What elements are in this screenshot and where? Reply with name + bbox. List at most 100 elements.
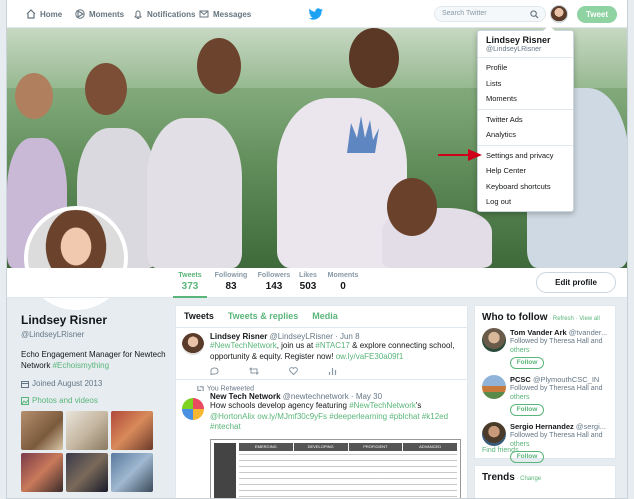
followed-by-text: Followed by Theresa Hall and — [510, 385, 603, 392]
nav-notifications[interactable]: Notifications — [133, 7, 195, 21]
tweet-author[interactable]: New Tech Network — [210, 392, 281, 401]
moments-icon — [75, 9, 85, 19]
suggestion-handle: @PlymouthCSC_IN — [532, 375, 600, 384]
timeline-tabs: Tweets Tweets & replies Media — [176, 306, 467, 328]
edit-profile-button[interactable]: Edit profile — [536, 272, 616, 293]
stat-moments[interactable]: Moments 0 — [327, 272, 359, 292]
stat-likes[interactable]: Likes 503 — [294, 272, 322, 292]
follow-suggestion: PCSC @PlymouthCSC_IN Followed by Theresa… — [482, 375, 608, 417]
stat-following[interactable]: Following 83 — [212, 272, 250, 292]
tweet-mention[interactable]: @HortonAlix — [210, 412, 255, 421]
red-arrow-icon — [438, 149, 482, 161]
menu-item-twitter-ads[interactable]: Twitter Ads — [478, 112, 573, 128]
reply-icon[interactable] — [210, 367, 219, 375]
tweet-header: New Tech Network @newtechnetwork · May 3… — [210, 392, 461, 401]
tab-tweets-replies[interactable]: Tweets & replies — [228, 311, 298, 327]
tab-tweets[interactable]: Tweets — [184, 311, 214, 327]
nav-moments-label: Moments — [89, 9, 125, 19]
tweet-hashtag[interactable]: #NewTechNetwork — [210, 341, 277, 350]
suggestion-name[interactable]: Tom Vander Ark — [510, 328, 567, 337]
tweet-hashtag[interactable]: #NTAC17 — [315, 341, 350, 350]
photo-thumbnail[interactable] — [66, 453, 108, 492]
profile-stats-bar: Tweets 373 Following 83 Followers 143 Li… — [7, 268, 627, 298]
menu-item-help-center[interactable]: Help Center — [478, 163, 573, 179]
tweet-header: Lindsey Risner @LindseyLRisner · Jun 8 — [210, 332, 461, 341]
menu-divider — [478, 144, 573, 146]
nav-moments[interactable]: Moments — [75, 7, 124, 21]
stat-value: 503 — [299, 281, 317, 292]
account-avatar[interactable] — [550, 5, 568, 23]
tweet-button[interactable]: Tweet — [577, 6, 617, 23]
suggestion-name[interactable]: PCSC — [510, 375, 531, 384]
find-friends-link[interactable]: Find friends — [482, 447, 519, 454]
tweet-item[interactable]: You Retweeted New Tech Network @newtechn… — [176, 380, 467, 437]
tweet-link[interactable]: ow.ly/MJmf30c9yFs — [257, 412, 327, 421]
stat-value: 83 — [225, 281, 237, 292]
retweeted-text: You Retweeted — [206, 385, 255, 393]
photo-thumbnail[interactable] — [111, 453, 153, 492]
menu-account-header[interactable]: Lindsey Risner @LindseyLRisner — [478, 31, 573, 58]
stat-tweets[interactable]: Tweets 373 — [173, 272, 207, 298]
others-link[interactable]: others — [510, 394, 529, 401]
analytics-icon[interactable] — [328, 367, 337, 375]
photo-thumbnail[interactable] — [21, 453, 63, 492]
menu-item-lists[interactable]: Lists — [478, 76, 573, 92]
follow-button[interactable]: Follow — [510, 404, 544, 416]
menu-item-keyboard-shortcuts[interactable]: Keyboard shortcuts — [478, 179, 573, 195]
profile-name[interactable]: Lindsey Risner — [21, 313, 167, 327]
tweet-meta: @LindseyLRisner · Jun 8 — [269, 332, 360, 341]
tweet-link[interactable]: ow.ly/vaFE30a09f1 — [336, 352, 404, 361]
photo-thumbnail[interactable] — [66, 411, 108, 450]
tweet-author[interactable]: Lindsey Risner — [210, 332, 267, 341]
nav-home[interactable]: Home — [26, 7, 62, 21]
follow-button[interactable]: Follow — [510, 357, 544, 369]
tweet-avatar[interactable] — [182, 398, 204, 420]
search-input[interactable]: Search Twitter — [434, 6, 546, 22]
tweet-item[interactable]: Lindsey Risner @LindseyLRisner · Jun 8 #… — [176, 328, 467, 380]
tweet-media-image[interactable]: EMERGING DEVELOPING PROFICIENT ADVANCED — [210, 438, 461, 498]
menu-item-log-out[interactable]: Log out — [478, 194, 573, 210]
retweet-icon[interactable] — [249, 367, 259, 375]
calendar-icon — [21, 380, 29, 388]
account-dropdown-menu: Lindsey Risner @LindseyLRisner Profile L… — [477, 25, 574, 212]
trends-title: Trends · Change — [482, 472, 608, 483]
followed-by: Followed by Theresa Hall and others — [510, 337, 608, 355]
suggestion-name-line: Tom Vander Ark @tvander... — [510, 328, 608, 337]
bio-hashtag[interactable]: #Echoismything — [53, 361, 109, 370]
menu-divider — [478, 108, 573, 110]
suggestion-name[interactable]: Sergio Hernandez — [510, 422, 574, 431]
menu-item-settings-privacy[interactable]: Settings and privacy — [478, 148, 573, 164]
tweet-meta: @newtechnetwork · May 30 — [282, 392, 383, 402]
nav-notifications-label: Notifications — [147, 9, 196, 19]
twitter-bird-icon[interactable] — [309, 8, 323, 20]
search-icon[interactable] — [530, 10, 539, 19]
profile-handle[interactable]: @LindseyLRisner — [21, 330, 167, 339]
tab-media[interactable]: Media — [312, 311, 338, 327]
trends-card: Trends · Change — [474, 465, 616, 498]
suggestion-avatar[interactable] — [482, 328, 506, 352]
suggestion-name-line: Sergio Hernandez @sergi... — [510, 422, 608, 431]
rubric-header: PROFICIENT — [348, 442, 403, 451]
nav-home-label: Home — [40, 9, 63, 19]
tweet-hashtag[interactable]: #NewTechNetwork — [349, 401, 416, 410]
trends-change-link[interactable]: · Change — [515, 476, 541, 482]
suggestion-avatar[interactable] — [482, 422, 506, 446]
tweet-avatar[interactable] — [182, 333, 204, 355]
joined-text: Joined August 2013 — [32, 379, 103, 388]
photo-thumbnail[interactable] — [111, 411, 153, 450]
suggestion-handle: @sergi... — [575, 422, 606, 431]
tweet-text-part: 's — [415, 401, 422, 411]
stat-followers[interactable]: Followers 143 — [255, 272, 293, 292]
tweet-text: How schools develop agency featuring #Ne… — [210, 401, 461, 433]
refresh-view-all-links[interactable]: · Refresh · View all — [548, 316, 600, 322]
stat-label: Moments — [327, 272, 359, 279]
menu-item-moments[interactable]: Moments — [478, 91, 573, 107]
menu-item-analytics[interactable]: Analytics — [478, 127, 573, 143]
nav-messages[interactable]: Messages — [199, 7, 251, 21]
like-icon[interactable] — [289, 367, 298, 375]
photos-videos-link[interactable]: Photos and videos — [21, 396, 167, 405]
photo-thumbnail[interactable] — [21, 411, 63, 450]
suggestion-avatar[interactable] — [482, 375, 506, 399]
others-link[interactable]: others — [510, 347, 529, 354]
menu-item-profile[interactable]: Profile — [478, 60, 573, 76]
